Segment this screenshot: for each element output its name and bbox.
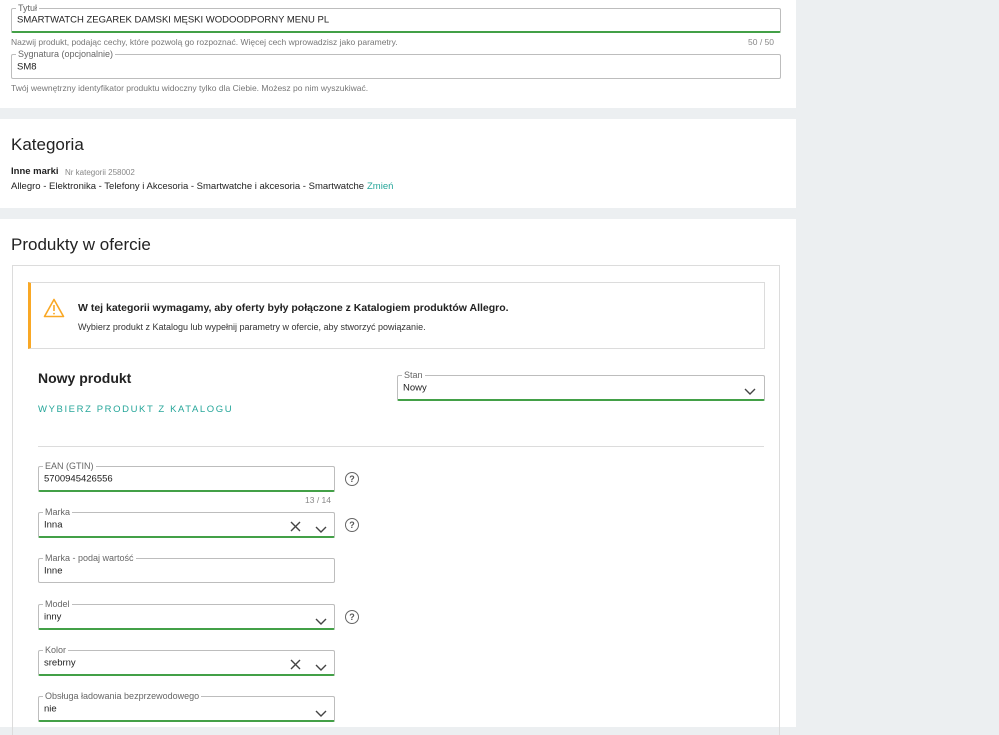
brand-select[interactable]: Marka Inna bbox=[38, 506, 335, 539]
ean-field[interactable]: EAN (GTIN) 5700945426556 bbox=[38, 460, 335, 492]
alert-text: Wybierz produkt z Katalogu lub wypełnij … bbox=[78, 322, 426, 332]
title-card: Tytuł SMARTWATCH ZEGAREK DAMSKI MĘSKI WO… bbox=[0, 0, 796, 108]
brand-value-legend: Marka - podaj wartość bbox=[43, 552, 136, 564]
clear-icon[interactable] bbox=[290, 519, 301, 537]
product-box: W tej kategorii wymagamy, aby oferty był… bbox=[12, 265, 780, 735]
products-heading: Produkty w ofercie bbox=[11, 235, 151, 254]
catalog-alert: W tej kategorii wymagamy, aby oferty był… bbox=[28, 282, 765, 349]
model-select[interactable]: Model inny bbox=[38, 598, 335, 631]
chevron-down-icon[interactable] bbox=[315, 659, 327, 677]
signature-legend: Sygnatura (opcjonalnie) bbox=[16, 48, 116, 60]
ean-legend: EAN (GTIN) bbox=[43, 460, 96, 472]
chevron-down-icon[interactable] bbox=[315, 613, 327, 631]
signature-hint: Twój wewnętrzny identyfikator produktu w… bbox=[11, 83, 369, 93]
choose-from-catalog-link[interactable]: WYBIERZ PRODUKT Z KATALOGU bbox=[38, 404, 233, 415]
title-hint: Nazwij produkt, podając cechy, które poz… bbox=[11, 37, 398, 47]
model-legend: Model bbox=[43, 598, 72, 610]
clear-icon[interactable] bbox=[290, 657, 301, 675]
title-field[interactable]: Tytuł SMARTWATCH ZEGAREK DAMSKI MĘSKI WO… bbox=[11, 2, 781, 33]
products-card: Produkty w ofercie W tej kategorii wymag… bbox=[0, 219, 796, 735]
change-category-link[interactable]: Zmień bbox=[367, 181, 393, 192]
brand-value: Inna bbox=[44, 519, 63, 530]
state-select[interactable]: Stan Nowy bbox=[397, 369, 765, 401]
category-number: Nr kategorii 258002 bbox=[65, 168, 135, 177]
title-legend: Tytuł bbox=[16, 2, 40, 14]
chevron-down-icon[interactable] bbox=[744, 383, 756, 401]
brand-value-field[interactable]: Marka - podaj wartość Inne bbox=[38, 552, 335, 583]
chevron-down-icon[interactable] bbox=[315, 521, 327, 539]
ean-counter: 13 / 14 bbox=[305, 495, 331, 505]
ean-value: 5700945426556 bbox=[44, 473, 113, 484]
help-icon[interactable]: ? bbox=[345, 472, 359, 486]
wireless-charging-select[interactable]: Obsługa ładowania bezprzewodowego nie bbox=[38, 690, 335, 723]
title-counter: 50 / 50 bbox=[748, 37, 774, 47]
state-legend: Stan bbox=[402, 369, 425, 381]
brand-legend: Marka bbox=[43, 506, 73, 518]
help-icon[interactable]: ? bbox=[345, 518, 359, 532]
model-value: inny bbox=[44, 611, 62, 622]
color-select[interactable]: Kolor srebrny bbox=[38, 644, 335, 677]
warning-icon bbox=[43, 298, 65, 323]
category-card: Kategoria Inne marki Nr kategorii 258002… bbox=[0, 119, 796, 208]
title-value: SMARTWATCH ZEGAREK DAMSKI MĘSKI WODOODPO… bbox=[17, 14, 330, 26]
brand-value-value: Inne bbox=[44, 565, 63, 576]
color-legend: Kolor bbox=[43, 644, 69, 656]
alert-title: W tej kategorii wymagamy, aby oferty był… bbox=[78, 302, 509, 314]
category-name: Inne marki bbox=[11, 166, 59, 177]
wireless-charging-legend: Obsługa ładowania bezprzewodowego bbox=[43, 690, 202, 702]
new-product-heading: Nowy produkt bbox=[38, 370, 132, 386]
signature-field[interactable]: Sygnatura (opcjonalnie) SM8 bbox=[11, 48, 781, 79]
state-value: Nowy bbox=[403, 382, 427, 393]
wireless-charging-value: nie bbox=[44, 703, 57, 714]
category-heading: Kategoria bbox=[11, 135, 84, 154]
chevron-down-icon[interactable] bbox=[315, 705, 327, 723]
signature-value: SM8 bbox=[17, 61, 37, 72]
section-divider bbox=[38, 446, 764, 447]
help-icon[interactable]: ? bbox=[345, 610, 359, 624]
category-path: Allegro - Elektronika - Telefony i Akces… bbox=[11, 181, 365, 192]
color-value: srebrny bbox=[44, 657, 76, 668]
